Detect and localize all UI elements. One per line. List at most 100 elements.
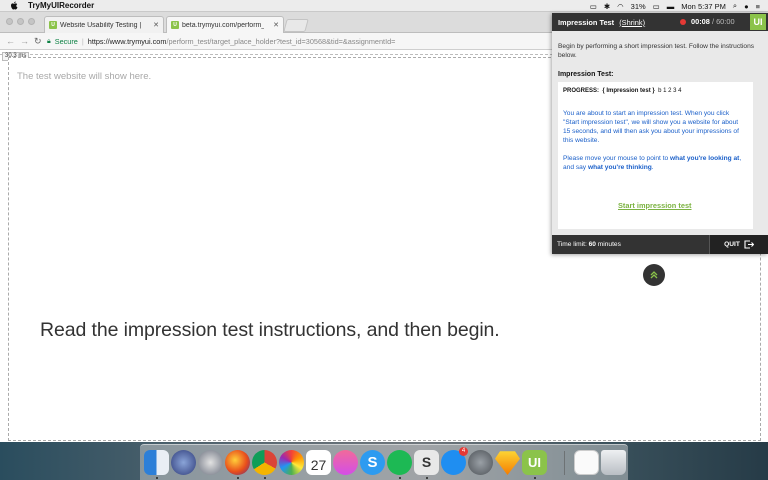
siri-app-icon[interactable] [171, 450, 196, 475]
mouse-instruction-emphasis: what you're looking at [670, 155, 740, 162]
running-indicator [237, 477, 239, 479]
app-store-icon[interactable]: 4 [441, 447, 468, 475]
trash-icon[interactable] [601, 450, 626, 475]
panel-title-text: Impression Test [558, 17, 615, 27]
dock: 27 S S 4 UI [140, 444, 628, 480]
mouse-instruction: Please move your mouse to point to what … [563, 154, 747, 172]
shrink-link[interactable]: (Shrink) [619, 18, 645, 27]
photos-icon[interactable] [279, 450, 304, 475]
notification-center-icon[interactable]: ≡ [756, 2, 760, 11]
desktop: TryMyUIRecorder ▭ ✱ ◠ 31% ▭ ▬ Mon 5:37 P… [0, 0, 768, 480]
lock-icon: 🔒︎ [47, 37, 51, 45]
url-host: https://www.trymyui.com [87, 37, 167, 46]
instructions-card: PROGRESS: { Impression test } b 1 2 3 4 … [558, 82, 753, 229]
system-preferences-icon[interactable] [468, 450, 493, 475]
menu-extras: ▭ ✱ ◠ 31% ▭ ▬ Mon 5:37 PM ⌕ ● ≡ [590, 0, 760, 12]
tab-website-usability-testing[interactable]: U Website Usability Testing | Use ✕ [44, 16, 164, 33]
trymyui-favicon-icon: U [171, 21, 179, 29]
trymyui-recorder-icon[interactable]: UI [522, 450, 547, 475]
app-name[interactable]: TryMyUIRecorder [28, 1, 94, 10]
address-bar[interactable]: 🔒︎ Secure | https://www.trymyui.com /per… [47, 35, 550, 48]
close-tab-icon[interactable]: ✕ [153, 21, 159, 29]
timer-current: 00:08 [691, 17, 710, 26]
chrome-icon[interactable] [252, 450, 277, 475]
progress-steps: b 1 2 3 4 [658, 88, 682, 94]
tab-perform-test[interactable]: U beta.trymyui.com/perform_tes ✕ [166, 16, 284, 33]
impression-description: You are about to start an impression tes… [563, 110, 739, 144]
panel-footer: Time limit: 60 minutes QUIT [552, 235, 768, 254]
wifi-icon[interactable]: ◠ [617, 2, 624, 11]
quit-button[interactable]: QUIT [709, 235, 768, 254]
sketch-icon[interactable] [495, 451, 520, 475]
clock[interactable]: Mon 5:37 PM [681, 2, 726, 11]
exit-icon [744, 240, 754, 249]
url-path: /perform_test/target_place_holder?test_i… [166, 37, 396, 46]
forward-arrow-icon[interactable]: → [20, 36, 29, 46]
scrivener-icon[interactable]: S [414, 450, 439, 475]
quit-label: QUIT [724, 241, 740, 248]
siri-icon[interactable]: ● [744, 2, 749, 11]
battery-icon[interactable]: ▭ [653, 2, 660, 11]
tab-title: Website Usability Testing | Use [60, 21, 142, 29]
documents-folder-icon[interactable] [574, 450, 599, 475]
intro-text: Begin by performing a short impression t… [558, 43, 755, 59]
screen-mirroring-icon[interactable]: ▭ [590, 2, 597, 11]
menu-bar: TryMyUIRecorder ▭ ✱ ◠ 31% ▭ ▬ Mon 5:37 P… [0, 0, 768, 12]
running-indicator [156, 477, 158, 479]
impression-test-panel: Impression Test (Shrink) 00:08 / 60:00 U… [552, 13, 768, 254]
close-window-button[interactable] [6, 18, 13, 25]
mouse-instruction-text: . [651, 164, 654, 171]
new-tab-button[interactable] [283, 19, 309, 32]
finder-icon[interactable] [144, 450, 169, 475]
trymyui-logo: UI [750, 14, 766, 30]
start-impression-test-link[interactable]: Start impression test [618, 201, 692, 210]
running-indicator [534, 477, 536, 479]
minimize-window-button[interactable] [17, 18, 24, 25]
time-limit-value: 60 [588, 241, 596, 248]
reload-icon[interactable]: ↻ [34, 36, 42, 47]
dock-separator [564, 451, 565, 475]
section-heading: Impression Test: [558, 71, 614, 78]
url-separator: | [81, 37, 84, 46]
firefox-icon[interactable] [225, 450, 250, 475]
double-chevron-up-icon [650, 271, 658, 279]
mouse-instruction-emphasis: what you're thinking [587, 164, 652, 171]
panel-body: Begin by performing a short impression t… [552, 31, 768, 235]
panel-header: Impression Test (Shrink) 00:08 / 60:00 U… [552, 13, 768, 31]
recording-indicator-icon [680, 19, 686, 25]
close-tab-icon[interactable]: ✕ [273, 21, 279, 29]
app-store-badge: 4 [459, 447, 468, 456]
progress-label: PROGRESS: [563, 88, 600, 94]
itunes-icon[interactable] [333, 450, 358, 475]
spotlight-search-icon[interactable]: ⌕ [733, 1, 737, 11]
time-limit-label: Time limit: [557, 241, 589, 248]
timer-total: / 60:00 [711, 17, 735, 26]
running-indicator [399, 477, 401, 479]
scroll-up-button[interactable] [643, 264, 665, 286]
apple-menu-icon[interactable] [10, 1, 19, 10]
flag-icon[interactable]: ▬ [667, 2, 675, 11]
placeholder-text: The test website will show here. [17, 71, 152, 82]
skype-icon[interactable]: S [360, 450, 385, 475]
progress-current-step: { Impression test } [602, 88, 655, 94]
back-arrow-icon[interactable]: ← [6, 36, 15, 46]
tab-title: beta.trymyui.com/perform_tes [182, 21, 264, 29]
zoom-window-button[interactable] [28, 18, 35, 25]
progress-indicator: PROGRESS: { Impression test } b 1 2 3 4 [563, 88, 681, 94]
mouse-instruction-text: Please move your mouse to point to [563, 155, 671, 162]
spotify-icon[interactable] [387, 450, 412, 475]
secure-label: Secure [54, 37, 78, 46]
trymyui-favicon-icon: U [49, 21, 57, 29]
time-limit: Time limit: 60 minutes [557, 241, 621, 248]
running-indicator [264, 477, 266, 479]
running-indicator [426, 477, 428, 479]
instruction-message: Read the impression test instructions, a… [40, 319, 500, 341]
battery-percent[interactable]: 31% [631, 2, 646, 11]
launchpad-icon[interactable] [198, 450, 223, 475]
time-limit-unit: minutes [595, 241, 621, 248]
calendar-day: 27 [310, 457, 327, 473]
bluetooth-icon[interactable]: ✱ [604, 2, 610, 11]
panel-title: Impression Test (Shrink) [558, 18, 645, 27]
timer: 00:08 / 60:00 [691, 17, 735, 26]
calendar-icon[interactable]: 27 [306, 450, 331, 475]
